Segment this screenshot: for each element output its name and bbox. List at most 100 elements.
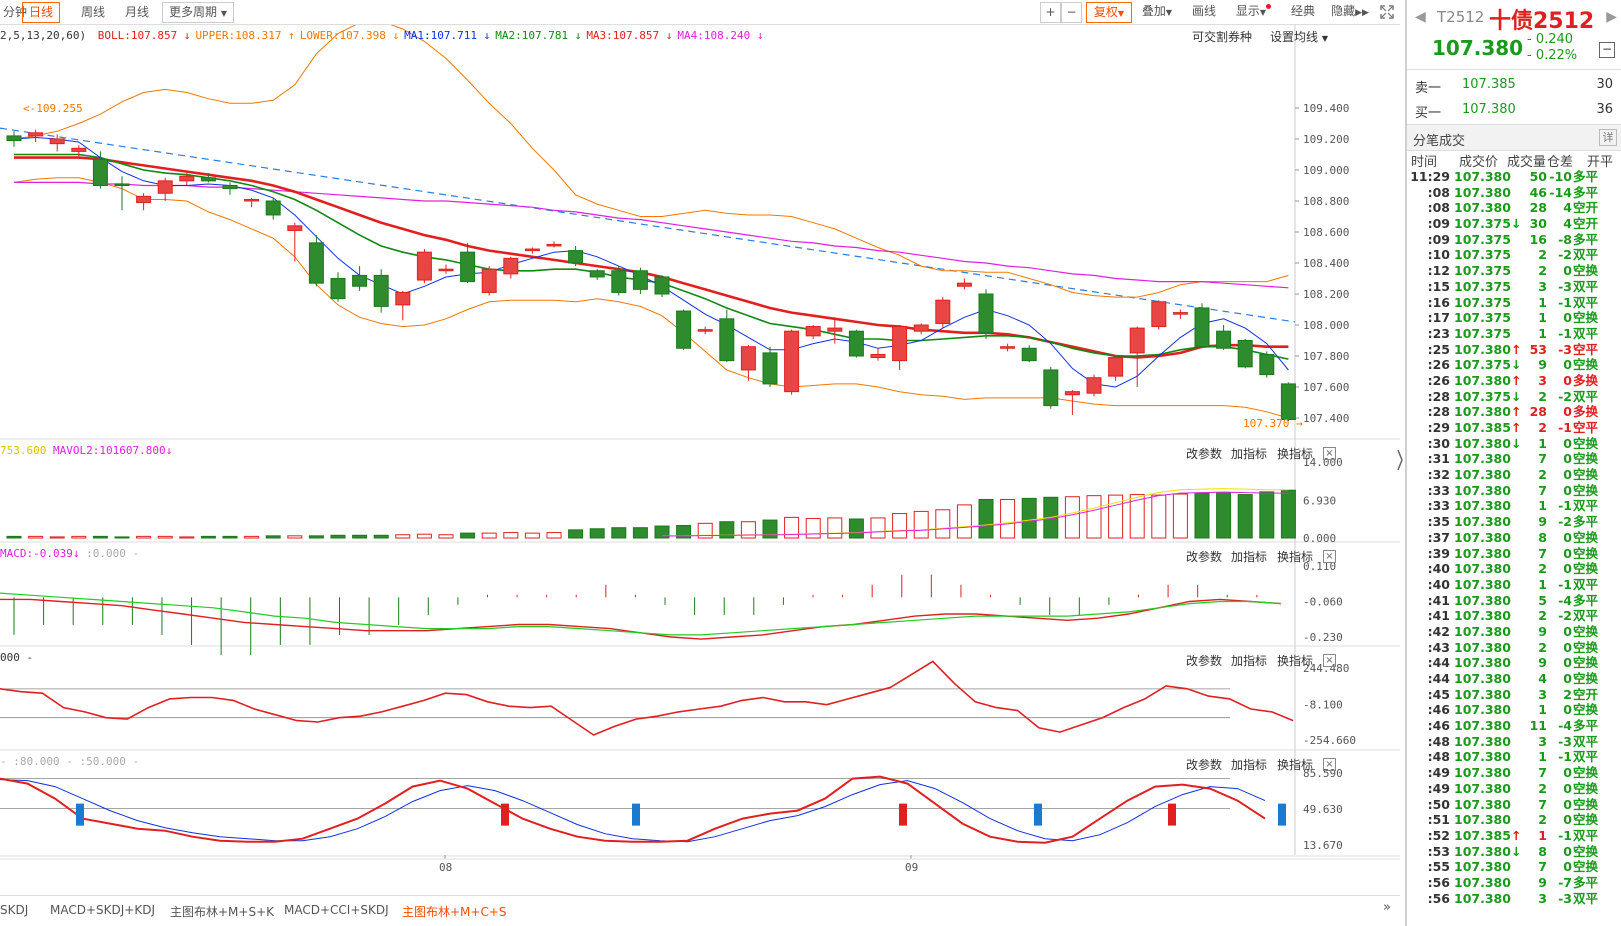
tick-time: :09 xyxy=(1427,216,1450,232)
collapse-button[interactable]: − xyxy=(1599,42,1615,58)
ticks-title: 分笔成交 xyxy=(1413,134,1466,149)
tick-price: 107.380 xyxy=(1454,623,1511,639)
chart-canvas[interactable]: 109.400 109.200 109.000 108.800 108.600 108.4… xyxy=(0,20,1400,922)
tick-oi-change: 0 xyxy=(1563,451,1572,467)
down-arrow-icon: ↓ xyxy=(72,547,80,560)
restore-rights-dropdown[interactable]: 复权▼ xyxy=(1086,2,1132,23)
tick-row: :39 107.380 7 0 空换 xyxy=(1407,546,1621,562)
change-params-button-2[interactable]: 改参数 xyxy=(1186,652,1222,669)
tick-type: 双平 xyxy=(1573,325,1599,341)
contract-name: 十债2512 xyxy=(1489,9,1595,34)
tick-volume: 1 xyxy=(1538,435,1547,451)
tick-oi-change: -1 xyxy=(1558,325,1572,341)
chart-area[interactable]: 109.400 109.200 109.000 108.800 108.600 108.4… xyxy=(0,20,1400,922)
switch-indicator-button-2[interactable]: 换指标 xyxy=(1277,652,1313,669)
tick-oi-change: 0 xyxy=(1563,859,1572,875)
tick-row: :33 107.380 1 -1 双平 xyxy=(1407,498,1621,514)
deliverable-bonds-button[interactable]: 可交割券种 xyxy=(1192,28,1252,45)
indicator-values: BOLL:107.857 ↓ UPPER:108.317 ↑ LOWER:107.3… xyxy=(93,29,764,42)
tick-volume: 3 xyxy=(1538,733,1547,749)
tick-volume: 9 xyxy=(1538,514,1547,530)
date-label: 08 xyxy=(439,861,452,874)
tick-time: :41 xyxy=(1427,592,1450,608)
tab-macd-skdj-kdj[interactable]: MACD+SKDJ+KDJ xyxy=(50,903,155,917)
ticks-header: 分笔成交 详 xyxy=(1407,125,1621,151)
classic-button[interactable]: 经典 xyxy=(1282,2,1324,23)
bid-label: 买一 xyxy=(1415,106,1442,121)
close-panel-icon-0[interactable]: × xyxy=(1323,447,1336,460)
tick-row: :15 107.375 3 -3 双平 xyxy=(1407,279,1621,295)
tick-type: 空换 xyxy=(1573,812,1599,828)
volume-bar xyxy=(308,535,324,539)
tick-volume: 7 xyxy=(1538,859,1547,875)
candle-body xyxy=(1237,340,1253,368)
tick-row: :41 107.380 5 -4 多平 xyxy=(1407,593,1621,609)
tick-type: 双平 xyxy=(1573,608,1599,624)
panel-splitter-handle[interactable] xyxy=(1397,440,1403,480)
add-indicator-button-3[interactable]: 加指标 xyxy=(1231,756,1267,773)
tick-oi-change: -14 xyxy=(1549,184,1572,200)
tick-type: 空换 xyxy=(1573,765,1599,781)
next-contract-icon[interactable]: ▶ xyxy=(1606,9,1617,25)
ticks-list[interactable]: 11:29 107.380 50 -10 多平:08 107.380 46 -14 多平:08 1… xyxy=(1407,169,1621,906)
hide-button[interactable]: 隐藏▶▶ xyxy=(1326,2,1374,23)
zoom-out-button[interactable]: − xyxy=(1061,2,1082,23)
add-indicator-button-2[interactable]: 加指标 xyxy=(1231,652,1267,669)
volume-bar xyxy=(438,534,454,539)
tick-volume: 1 xyxy=(1538,310,1547,326)
tick-time: :41 xyxy=(1427,608,1450,624)
app-window: { "periods": [ {"label": "分钟", "selected… xyxy=(0,0,1621,926)
ma-settings-dropdown[interactable]: 设置均线 ▼ xyxy=(1270,28,1328,45)
add-indicator-button-0[interactable]: 加指标 xyxy=(1231,445,1267,462)
close-panel-icon-3[interactable]: × xyxy=(1323,758,1336,771)
period-day[interactable]: 日线 xyxy=(22,2,61,23)
tick-row: :26 107.375↓ 9 0 空换 xyxy=(1407,357,1621,373)
prev-contract-icon[interactable]: ◀ xyxy=(1415,9,1426,25)
fullscreen-icon[interactable] xyxy=(1377,2,1397,23)
candle-body xyxy=(870,353,886,359)
zoom-in-button[interactable]: + xyxy=(1040,2,1061,23)
tab-skdj[interactable]: SKDJ xyxy=(0,903,28,917)
period-week[interactable]: 周线 xyxy=(74,2,112,23)
switch-indicator-button-3[interactable]: 换指标 xyxy=(1277,756,1313,773)
kdj-tick-label: 13.670 xyxy=(1303,839,1343,852)
tick-time: :46 xyxy=(1427,718,1450,734)
tick-row: :09 107.375 16 -8 多平 xyxy=(1407,232,1621,248)
candle-body xyxy=(1043,369,1059,407)
tick-time: :26 xyxy=(1427,357,1450,373)
tick-type: 空换 xyxy=(1573,561,1599,577)
candle-body xyxy=(697,329,713,332)
tab-boll-m-s-k[interactable]: 主图布林+M+S+K xyxy=(170,903,274,920)
switch-indicator-button-0[interactable]: 换指标 xyxy=(1277,445,1313,462)
volume-bar xyxy=(503,532,519,539)
overlay-dropdown[interactable]: 叠加▼ xyxy=(1134,2,1180,23)
tick-oi-change: -4 xyxy=(1558,718,1572,734)
tab-macd-cci-skdj[interactable]: MACD+CCI+SKDJ xyxy=(284,903,389,917)
change-params-button-3[interactable]: 改参数 xyxy=(1186,756,1222,773)
scroll-right-icon[interactable]: » xyxy=(1383,900,1391,915)
volume-bar xyxy=(589,528,605,539)
ticks-detail-button[interactable]: 详 xyxy=(1599,129,1617,146)
close-panel-icon-2[interactable]: × xyxy=(1323,654,1336,667)
tab-boll-m-c-s[interactable]: 主图布林+M+C+S xyxy=(402,903,507,920)
change-params-button-0[interactable]: 改参数 xyxy=(1186,445,1222,462)
add-indicator-button-1[interactable]: 加指标 xyxy=(1231,548,1267,565)
more-periods-dropdown[interactable]: 更多周期 ▼ xyxy=(162,2,234,23)
price-change-pct: - 0.22% xyxy=(1527,48,1578,63)
tick-price: 107.380 xyxy=(1454,702,1511,718)
display-dropdown[interactable]: 显示▼ xyxy=(1228,2,1274,23)
ask-volume: 30 xyxy=(1596,77,1613,92)
volume-bar xyxy=(611,527,627,539)
close-panel-icon-1[interactable]: × xyxy=(1323,550,1336,563)
draw-line-button[interactable]: 画线 xyxy=(1184,2,1224,23)
tick-oi-change: 2 xyxy=(1563,686,1572,702)
period-month[interactable]: 月线 xyxy=(118,2,156,23)
tick-type: 空换 xyxy=(1573,263,1599,279)
tick-price: 107.375 xyxy=(1454,231,1511,247)
switch-indicator-button-1[interactable]: 换指标 xyxy=(1277,548,1313,565)
tick-row: :08 107.380 28 4 空开 xyxy=(1407,200,1621,216)
change-params-button-1[interactable]: 改参数 xyxy=(1186,548,1222,565)
candle-body xyxy=(373,274,389,307)
tick-time: :16 xyxy=(1427,294,1450,310)
tick-time: :39 xyxy=(1427,545,1450,561)
